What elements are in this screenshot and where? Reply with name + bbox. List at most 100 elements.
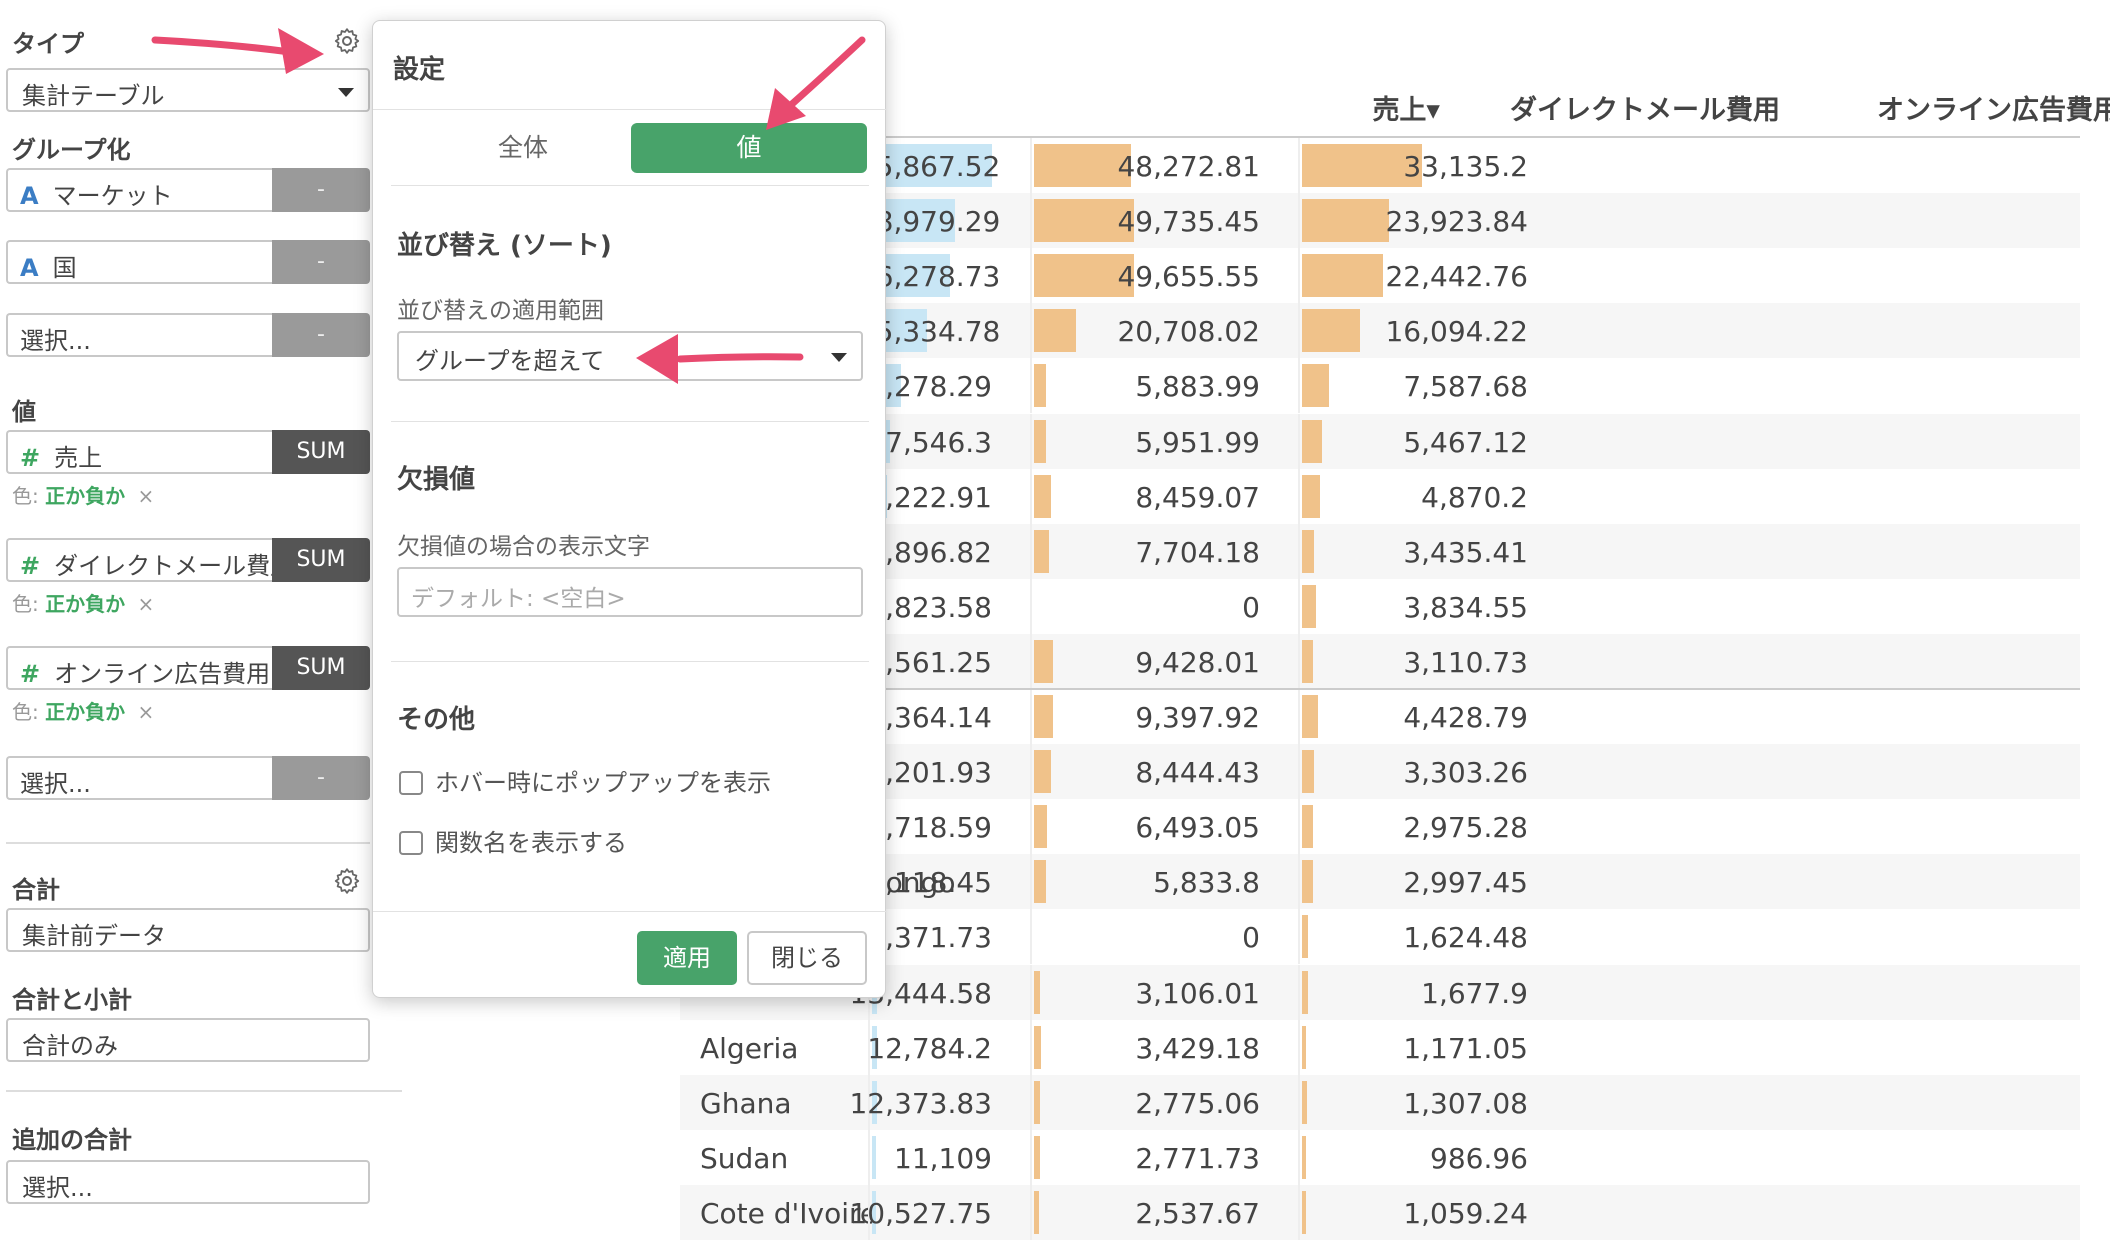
direct-mail-value: 5,833.8 bbox=[1153, 866, 1260, 900]
column-separator bbox=[1298, 578, 1300, 634]
online-ads-bar bbox=[1302, 915, 1308, 959]
online-ads-value: 1,307.08 bbox=[1403, 1086, 1528, 1120]
color-prefix: 色: bbox=[12, 700, 39, 724]
color-value[interactable]: 正か負か bbox=[45, 700, 125, 724]
hover-popup-checkbox[interactable]: ホバー時にポップアップを表示 bbox=[399, 763, 771, 798]
value-field-online-ads[interactable]: # オンライン広告費用 SUM bbox=[6, 646, 370, 690]
value-field-select[interactable]: 選択... - bbox=[6, 756, 370, 800]
group-field-country[interactable]: A国 - bbox=[6, 240, 370, 284]
column-separator bbox=[1030, 138, 1032, 193]
aggregation-button[interactable]: SUM bbox=[272, 538, 370, 582]
column-separator bbox=[1030, 1019, 1032, 1075]
apply-button[interactable]: 適用 bbox=[637, 931, 737, 985]
online-ads-value: 2,997.45 bbox=[1403, 866, 1528, 900]
group-field-market[interactable]: A マーケット - bbox=[6, 168, 370, 212]
group-field-select[interactable]: 選択... - bbox=[6, 313, 370, 357]
table-row[interactable]: 47,546.3 5,951.99 5,467.12 bbox=[680, 413, 2080, 469]
group-field-name: マーケット bbox=[52, 182, 173, 210]
tab-general[interactable]: 全体 bbox=[405, 123, 641, 173]
close-icon[interactable]: × bbox=[137, 484, 154, 508]
checkbox-icon[interactable] bbox=[399, 831, 423, 855]
color-value[interactable]: 正か負か bbox=[45, 592, 125, 616]
online-ads-value: 7,587.68 bbox=[1403, 370, 1528, 404]
column-separator bbox=[1298, 413, 1300, 469]
missing-text-input[interactable]: デフォルト: <空白> bbox=[397, 567, 863, 617]
column-separator bbox=[1030, 193, 1032, 249]
table-row[interactable]: 77,278.29 5,883.99 7,587.68 bbox=[680, 358, 2080, 414]
extra-total-select[interactable]: 選択... bbox=[6, 1160, 370, 1204]
table-row[interactable]: Cote d'Ivoire 10,527.75 2,537.67 1,059.24 bbox=[680, 1184, 2080, 1240]
header-sales[interactable]: 売上▾ bbox=[1240, 88, 1440, 127]
online-ads-value: 4,870.2 bbox=[1421, 480, 1528, 514]
table-row[interactable]: Algeria 12,784.2 3,429.18 1,171.05 bbox=[680, 1019, 2080, 1075]
table-row[interactable]: Sudan 11,109 2,771.73 986.96 bbox=[680, 1129, 2080, 1185]
table-row[interactable]: 13,444.58 3,106.01 1,677.9 bbox=[680, 964, 2080, 1020]
text-type-icon: A bbox=[20, 182, 39, 210]
close-icon[interactable]: × bbox=[137, 592, 154, 616]
aggregation-button[interactable]: SUM bbox=[272, 430, 370, 474]
online-ads-value: 4,428.79 bbox=[1403, 701, 1528, 734]
online-ads-bar bbox=[1302, 970, 1309, 1014]
online-ads-value: 22,442.76 bbox=[1385, 260, 1528, 294]
color-value[interactable]: 正か負か bbox=[45, 484, 125, 508]
sort-scope-select[interactable]: グループを超えて bbox=[397, 331, 863, 381]
table-row[interactable]: ublic of the Congo26,118.455,833.82,997.… bbox=[680, 854, 2080, 910]
direct-mail-bar bbox=[1034, 750, 1051, 794]
remove-button[interactable]: - bbox=[272, 240, 370, 284]
close-button[interactable]: 閉じる bbox=[747, 931, 867, 985]
table-row[interactable]: 27,718.59 6,493.05 2,975.28 bbox=[680, 799, 2080, 855]
header-online-ads[interactable]: オンライン広告費用 bbox=[1780, 88, 2110, 127]
extra-total-select-value: 選択... bbox=[22, 1174, 93, 1202]
divider bbox=[391, 185, 869, 186]
column-separator bbox=[1298, 468, 1300, 524]
direct-mail-bar bbox=[1034, 639, 1053, 683]
subtotal-select-value: 合計のみ bbox=[22, 1032, 118, 1060]
column-separator bbox=[1030, 964, 1032, 1020]
gear-icon[interactable] bbox=[332, 26, 362, 56]
column-separator bbox=[1298, 854, 1300, 910]
column-separator bbox=[1298, 523, 1300, 579]
subtotal-select[interactable]: 合計のみ bbox=[6, 1018, 370, 1062]
close-icon[interactable]: × bbox=[137, 700, 154, 724]
column-separator bbox=[1030, 799, 1032, 855]
table-row[interactable]: 33,823.58 0 3,834.55 bbox=[680, 578, 2080, 634]
remove-button[interactable]: - bbox=[272, 313, 370, 357]
direct-mail-bar bbox=[1034, 1025, 1041, 1069]
online-ads-bar bbox=[1302, 1135, 1306, 1179]
function-name-checkbox[interactable]: 関数名を表示する bbox=[399, 823, 627, 858]
table-row[interactable]: 15,371.73 0 1,624.48 bbox=[680, 909, 2080, 965]
table-row[interactable]: 33,896.82 7,704.18 3,435.41 bbox=[680, 523, 2080, 579]
missing-section-title: 欠損値 bbox=[397, 465, 476, 495]
column-separator bbox=[1030, 689, 1032, 744]
value-field-sales[interactable]: # 売上 SUM bbox=[6, 430, 370, 474]
table-row[interactable]: 206,278.73 49,655.55 22,442.76 bbox=[680, 248, 2080, 304]
remove-button[interactable]: - bbox=[272, 756, 370, 800]
online-ads-bar bbox=[1302, 695, 1319, 738]
table-row[interactable]: 36,364.14 9,397.92 4,428.79 bbox=[680, 689, 2080, 744]
table-row[interactable]: 145,334.78 20,708.02 16,094.22 bbox=[680, 303, 2080, 359]
checkbox-icon[interactable] bbox=[399, 771, 423, 795]
table-row[interactable]: 218,979.29 49,735.45 23,923.84 bbox=[680, 193, 2080, 249]
column-separator bbox=[1030, 1184, 1032, 1240]
other-section-title: その他 bbox=[397, 705, 476, 735]
table-row[interactable]: 38,222.91 8,459.07 4,870.2 bbox=[680, 468, 2080, 524]
header-direct-mail[interactable]: ダイレクトメール費用 bbox=[1460, 88, 1780, 127]
tab-values[interactable]: 値 bbox=[631, 123, 867, 173]
direct-mail-value: 3,429.18 bbox=[1135, 1031, 1260, 1065]
table-row[interactable]: 32,561.25 9,428.01 3,110.73 bbox=[680, 633, 2080, 689]
pivot-table: 売上▾ ダイレクトメール費用 オンライン広告費用 315,867.52 48,27… bbox=[680, 0, 2110, 1242]
direct-mail-bar bbox=[1034, 860, 1046, 904]
value-field-direct-mail[interactable]: # ダイレクトメール費用 SUM bbox=[6, 538, 370, 582]
sales-value: 10,527.75 bbox=[849, 1196, 992, 1230]
aggregation-button[interactable]: SUM bbox=[272, 646, 370, 690]
table-row[interactable]: 315,867.52 48,272.81 33,135.2 bbox=[680, 138, 2080, 193]
remove-button[interactable]: - bbox=[272, 168, 370, 212]
sort-section-title: 並び替え (ソート) bbox=[397, 231, 612, 261]
type-select[interactable]: 集計テーブル bbox=[6, 68, 370, 112]
gear-icon[interactable] bbox=[332, 866, 362, 896]
online-ads-value: 2,975.28 bbox=[1403, 811, 1528, 845]
direct-mail-bar bbox=[1034, 474, 1051, 518]
table-row[interactable]: Ghana 12,373.83 2,775.06 1,307.08 bbox=[680, 1074, 2080, 1130]
table-row[interactable]: 36,201.93 8,444.43 3,303.26 bbox=[680, 744, 2080, 800]
total-select[interactable]: 集計前データ bbox=[6, 908, 370, 952]
